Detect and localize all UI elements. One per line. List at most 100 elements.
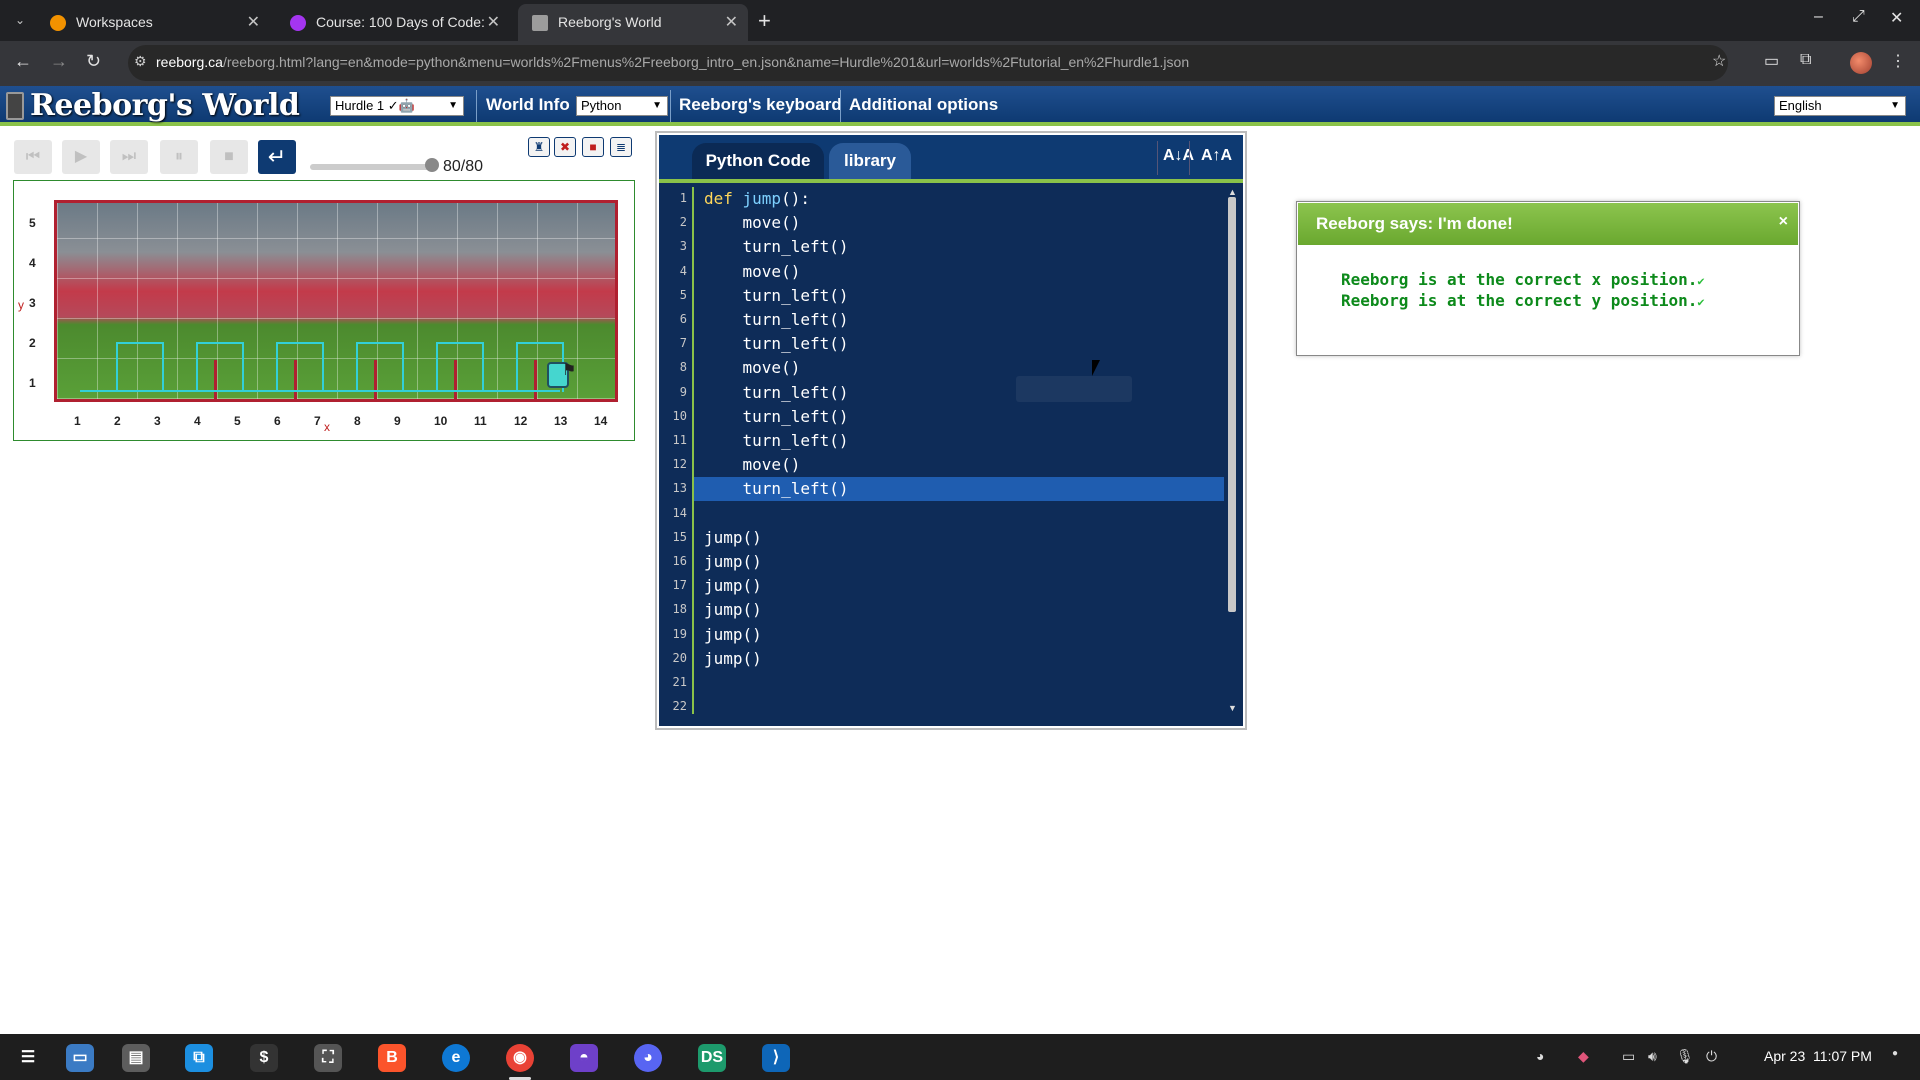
cast-icon[interactable]: ▭ bbox=[1764, 51, 1779, 71]
code-line[interactable]: turn_left() bbox=[694, 405, 1224, 429]
code-line[interactable]: jump() bbox=[694, 550, 1224, 574]
code-line[interactable]: turn_left() bbox=[694, 308, 1224, 332]
tab-reeborg[interactable]: Reeborg's World ✕ bbox=[518, 4, 748, 41]
reverse-step-button[interactable]: ⏮ bbox=[14, 140, 52, 174]
close-tab-icon[interactable]: ✕ bbox=[247, 4, 260, 41]
code-line[interactable]: jump() bbox=[694, 598, 1224, 622]
x-axis-name: x bbox=[324, 420, 330, 434]
github-icon[interactable]: ◓ bbox=[570, 1044, 598, 1072]
editor-tab-strip: Python Code library A↓A A↑A bbox=[659, 135, 1243, 183]
code-line[interactable]: turn_left() bbox=[694, 284, 1224, 308]
speed-slider[interactable] bbox=[310, 164, 432, 170]
new-tab-icon[interactable]: + bbox=[758, 8, 771, 34]
app-tray-icon[interactable]: ◆ bbox=[1578, 1048, 1589, 1065]
tab-search-icon[interactable]: ⌄ bbox=[10, 10, 30, 30]
minimize-icon[interactable]: – bbox=[1814, 8, 1823, 26]
line-number: 15 bbox=[672, 529, 687, 544]
code-line[interactable]: turn_left() bbox=[694, 381, 1224, 405]
code-line[interactable] bbox=[694, 671, 1224, 695]
code-line[interactable]: turn_left() bbox=[694, 332, 1224, 356]
code-line[interactable]: move() bbox=[694, 211, 1224, 235]
line-number: 8 bbox=[679, 360, 687, 375]
code-line[interactable]: jump() bbox=[694, 623, 1224, 647]
code-line[interactable] bbox=[694, 502, 1224, 526]
microphone-icon[interactable]: 🎙︎ bbox=[1676, 1048, 1694, 1065]
tab-workspaces[interactable]: Workspaces ✕ bbox=[36, 4, 270, 41]
vscode-icon[interactable]: ⟩ bbox=[762, 1044, 790, 1072]
close-tab-icon[interactable]: ✕ bbox=[725, 4, 738, 41]
chrome-icon[interactable]: ◉ bbox=[506, 1044, 534, 1072]
code-editor[interactable]: def jump(): move() turn_left() move() tu… bbox=[694, 187, 1224, 714]
editor-scroll-thumb[interactable] bbox=[1228, 197, 1236, 612]
files-icon[interactable]: ▭ bbox=[66, 1044, 94, 1072]
store-icon[interactable]: ⧉ bbox=[185, 1044, 213, 1072]
tab-python-code[interactable]: Python Code bbox=[692, 143, 824, 179]
discord-icon[interactable]: ◕ bbox=[634, 1044, 662, 1072]
address-bar[interactable]: ⚙ reeborg.ca/reeborg.html?lang=en&mode=p… bbox=[128, 45, 1728, 81]
bookmark-star-icon[interactable]: ☆ bbox=[1712, 51, 1726, 71]
reload-icon[interactable]: ↻ bbox=[86, 51, 101, 72]
notification-dot-icon[interactable]: ● bbox=[1892, 1048, 1898, 1059]
stop-button[interactable]: ■ bbox=[210, 140, 248, 174]
restore-icon[interactable]: ⤢ bbox=[1852, 8, 1865, 26]
edge-icon[interactable]: e bbox=[442, 1044, 470, 1072]
chevron-down-icon: ▼ bbox=[652, 100, 662, 111]
pause-button[interactable]: ⏸ bbox=[160, 140, 198, 174]
line-number: 22 bbox=[672, 699, 687, 714]
x-tick: 12 bbox=[514, 414, 528, 428]
back-icon[interactable]: ← bbox=[14, 51, 32, 72]
close-icon[interactable]: × bbox=[1779, 213, 1788, 231]
code-line[interactable]: turn_left() bbox=[694, 235, 1224, 259]
reeborg-keyboard-button[interactable]: Reeborg's keyboard bbox=[679, 95, 842, 115]
x-tick: 11 bbox=[474, 414, 487, 428]
close-tab-icon[interactable]: ✕ bbox=[487, 4, 500, 41]
world-info-button[interactable]: World Info bbox=[486, 95, 570, 115]
close-window-icon[interactable]: ✕ bbox=[1890, 8, 1903, 28]
world-edit-icon[interactable]: ✖ bbox=[554, 137, 576, 157]
code-line[interactable]: turn_left() bbox=[694, 477, 1224, 502]
power-icon[interactable]: ⏻ bbox=[1706, 1048, 1717, 1065]
code-line[interactable]: move() bbox=[694, 453, 1224, 477]
world-select[interactable]: Hurdle 1 ✓🤖 ▼ bbox=[330, 96, 464, 116]
editor-visibility-icon[interactable]: ≣ bbox=[610, 137, 632, 157]
site-info-icon[interactable]: ⚙ bbox=[134, 53, 147, 70]
language-mode-select[interactable]: Python ▼ bbox=[576, 96, 668, 116]
dataspell-icon[interactable]: DS bbox=[698, 1044, 726, 1072]
screenshot-icon[interactable]: ⛶ bbox=[314, 1044, 342, 1072]
step-button[interactable]: ⏭ bbox=[110, 140, 148, 174]
code-line[interactable]: move() bbox=[694, 356, 1224, 380]
tab-course[interactable]: Course: 100 Days of Code: ✕ bbox=[276, 4, 510, 41]
tab-library[interactable]: library bbox=[829, 143, 911, 179]
extensions-icon[interactable]: ⧉ bbox=[1800, 51, 1811, 69]
volume-icon[interactable]: 🔊︎ bbox=[1648, 1048, 1657, 1065]
code-line[interactable]: move() bbox=[694, 260, 1224, 284]
speed-slider-knob[interactable] bbox=[425, 158, 439, 172]
code-line[interactable]: jump() bbox=[694, 647, 1224, 671]
x-tick: 3 bbox=[154, 414, 161, 428]
discord-tray-icon[interactable]: ◕ bbox=[1536, 1048, 1544, 1064]
code-line[interactable] bbox=[694, 695, 1224, 714]
launcher-icon[interactable]: ☰ bbox=[14, 1044, 42, 1072]
increase-font-button[interactable]: A↑A bbox=[1201, 147, 1232, 165]
browser-menu-icon[interactable]: ⋮ bbox=[1890, 51, 1906, 71]
checkmark-icon: ✔ bbox=[1697, 274, 1705, 288]
reload-world-button[interactable]: ↵ bbox=[258, 140, 296, 174]
terminal-icon[interactable]: $ bbox=[250, 1044, 278, 1072]
scroll-down-icon[interactable]: ▼ bbox=[1228, 703, 1237, 713]
ui-language-select[interactable]: English ▼ bbox=[1774, 96, 1906, 116]
code-line[interactable]: jump() bbox=[694, 574, 1224, 598]
code-line[interactable]: jump() bbox=[694, 526, 1224, 550]
forward-icon[interactable]: → bbox=[50, 51, 68, 72]
highlight-toggle-icon[interactable]: ♜ bbox=[528, 137, 550, 157]
screen-icon[interactable]: ▭ bbox=[1622, 1048, 1635, 1065]
additional-options-button[interactable]: Additional options bbox=[849, 95, 998, 115]
file-manager-icon[interactable]: ▤ bbox=[122, 1044, 150, 1072]
brave-icon[interactable]: B bbox=[378, 1044, 406, 1072]
run-button[interactable]: ▶ bbox=[62, 140, 100, 174]
watch-variables-icon[interactable]: ■ bbox=[582, 137, 604, 157]
code-line[interactable]: def jump(): bbox=[694, 187, 1224, 211]
scroll-up-icon[interactable]: ▲ bbox=[1228, 187, 1237, 197]
profile-avatar[interactable] bbox=[1850, 52, 1872, 74]
line-number: 20 bbox=[672, 650, 687, 665]
code-line[interactable]: turn_left() bbox=[694, 429, 1224, 453]
